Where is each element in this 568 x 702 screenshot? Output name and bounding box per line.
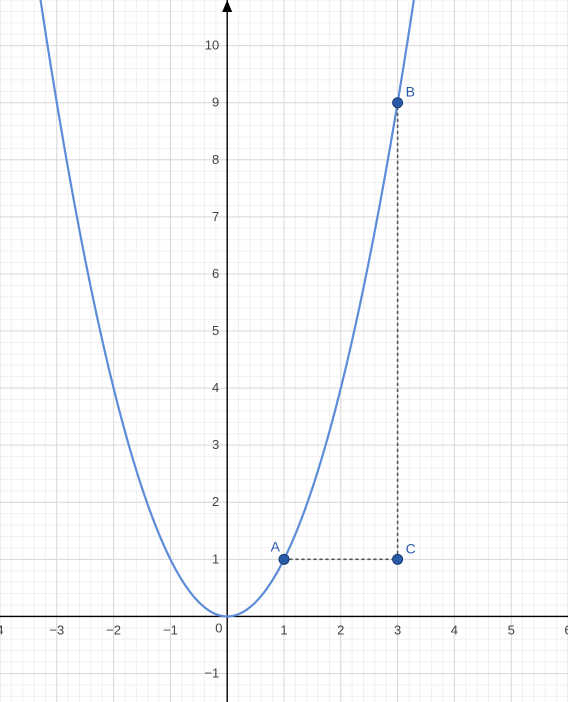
x-tick-label: 4 xyxy=(0,622,4,637)
point-a-label: A xyxy=(271,538,281,554)
x-tick-label: −1 xyxy=(163,622,178,637)
y-tick-label: 2 xyxy=(212,494,219,509)
x-tick-label: 6 xyxy=(564,622,568,637)
y-tick-label: 1 xyxy=(212,551,219,566)
y-tick-label: 9 xyxy=(212,95,219,110)
y-tick-label: 10 xyxy=(205,38,219,53)
x-tick-label: 1 xyxy=(280,622,287,637)
y-tick-label: 6 xyxy=(212,266,219,281)
x-tick-labels: 4 −3 −2 −1 0 1 2 3 4 5 6 xyxy=(0,620,568,637)
y-tick-label: 3 xyxy=(212,437,219,452)
y-axis-arrow-icon xyxy=(222,0,232,12)
y-tick-label: 5 xyxy=(212,323,219,338)
x-tick-label: 5 xyxy=(508,622,515,637)
y-tick-label: 7 xyxy=(212,209,219,224)
point-c-label: C xyxy=(406,540,416,556)
y-tick-label: −1 xyxy=(204,665,219,680)
y-tick-label: 4 xyxy=(212,380,219,395)
chart-svg: 4 −3 −2 −1 0 1 2 3 4 5 6 −1 1 2 3 4 5 6 7 8 9 10 A B C xyxy=(0,0,568,702)
point-a xyxy=(279,554,289,564)
x-tick-label: 2 xyxy=(337,622,344,637)
x-tick-label: 0 xyxy=(215,620,222,635)
y-tick-labels: −1 1 2 3 4 5 6 7 8 9 10 xyxy=(204,38,219,681)
point-c xyxy=(393,554,403,564)
y-tick-label: 8 xyxy=(212,152,219,167)
x-tick-label: 4 xyxy=(451,622,458,637)
point-b xyxy=(393,98,403,108)
grid-major xyxy=(0,0,568,702)
point-b-label: B xyxy=(406,84,415,100)
x-tick-label: −2 xyxy=(106,622,121,637)
x-tick-label: −3 xyxy=(49,622,64,637)
x-tick-label: 3 xyxy=(394,622,401,637)
chart-container: 4 −3 −2 −1 0 1 2 3 4 5 6 −1 1 2 3 4 5 6 7 8 9 10 A B C xyxy=(0,0,568,702)
